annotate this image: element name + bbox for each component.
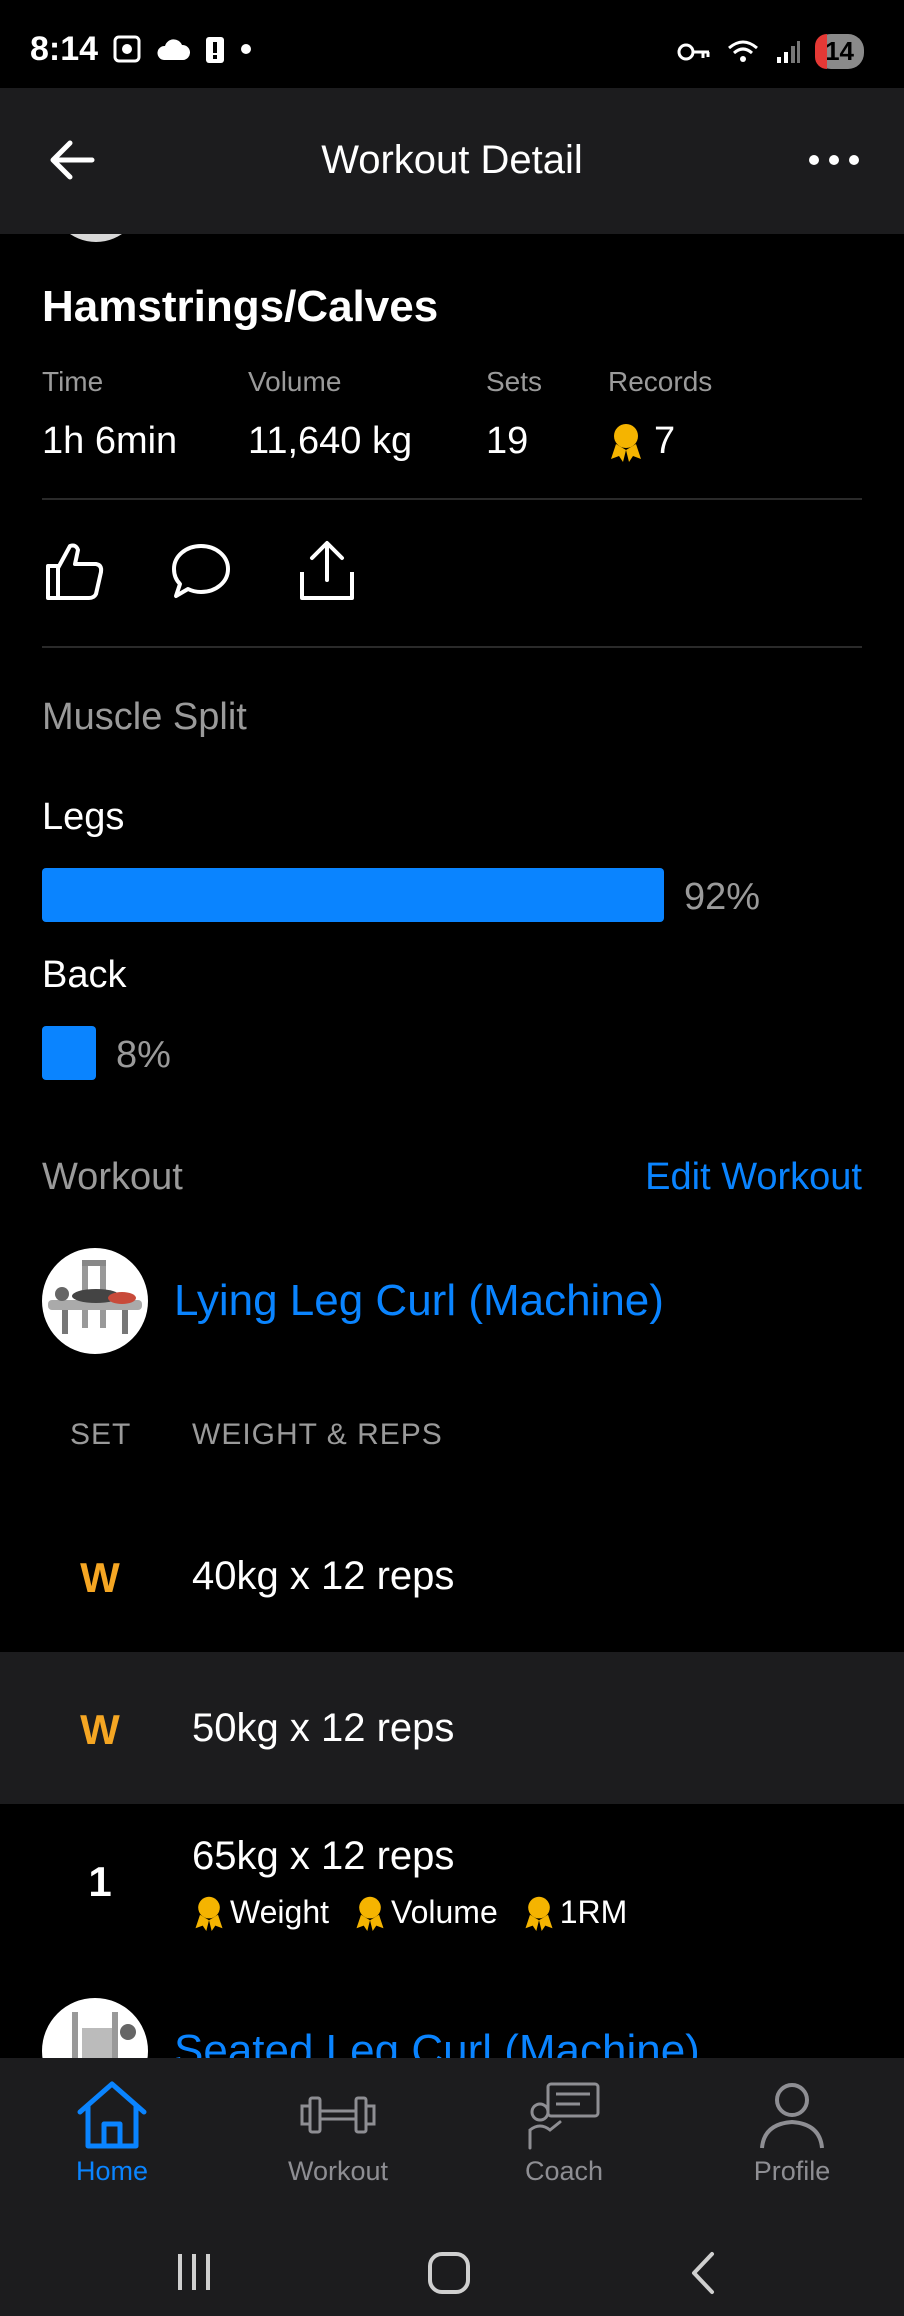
recent-apps-icon[interactable] (172, 2250, 216, 2294)
set-number: W (80, 1706, 120, 1753)
signal-icon (777, 40, 801, 63)
wifi-icon (728, 40, 759, 62)
stat-value: 19 (486, 420, 529, 462)
nav-label: Home (75, 2156, 149, 2186)
cloud-icon (157, 39, 190, 60)
stat-label: Sets (486, 366, 543, 397)
more-horizontal-icon[interactable] (804, 140, 864, 180)
stat-label: Volume (248, 366, 342, 397)
nav-home[interactable]: Home (22, 2078, 202, 2187)
medal-icon (356, 1896, 384, 1931)
comment-icon[interactable] (168, 538, 234, 604)
app-header: Workout Detail (0, 88, 904, 234)
nav-label: Workout (287, 2156, 389, 2186)
set-row: W 40kg x 12 reps (0, 1500, 904, 1652)
muscle-name: Back (42, 954, 127, 996)
divider (42, 498, 862, 500)
set-weight-reps: 50kg x 12 reps (192, 1706, 455, 1750)
exercise-title[interactable]: Lying Leg Curl (Machine) (174, 1276, 664, 1326)
bottom-nav: Home Workout Coach Profile (0, 2058, 904, 2316)
leg-curl-machine-icon (48, 1260, 142, 1334)
stat-value: 7 (654, 420, 676, 462)
set-number: W (80, 1554, 120, 1601)
stat-label: Time (42, 366, 104, 397)
system-home-icon[interactable] (426, 2250, 472, 2296)
screenshot-icon (113, 35, 141, 63)
medal-icon (611, 423, 641, 462)
stat-records: Records 7 (608, 366, 712, 463)
record-volume: Volume (353, 1894, 498, 1931)
muscle-name: Legs (42, 796, 125, 838)
nav-workout[interactable]: Workout (248, 2078, 428, 2187)
dumbbell-icon (300, 2096, 376, 2134)
status-bar: 8:14 14 (0, 0, 904, 88)
home-icon (77, 2081, 147, 2149)
muscle-bar (42, 1026, 96, 1080)
nav-label: Coach (524, 2156, 604, 2186)
record-1rm: 1RM (522, 1894, 628, 1931)
record-label: Weight (230, 1894, 330, 1930)
coach-icon (528, 2082, 600, 2150)
weight-reps-column-header: WEIGHT & REPS (192, 1418, 443, 1451)
thumbs-up-icon[interactable] (42, 538, 108, 604)
workout-title: Hamstrings/Calves (42, 282, 439, 331)
set-weight-reps: 65kg x 12 reps (192, 1834, 455, 1878)
status-time: 8:14 (30, 30, 99, 68)
divider (42, 646, 862, 648)
nav-coach[interactable]: Coach (474, 2078, 654, 2187)
muscle-split-heading: Muscle Split (42, 696, 247, 738)
set-row: W 50kg x 12 reps (0, 1652, 904, 1804)
system-nav-bar (0, 2238, 904, 2308)
record-label: Volume (391, 1894, 498, 1930)
set-records: Weight Volume 1RM (192, 1894, 627, 1931)
stat-value: 1h 6min (42, 420, 178, 462)
nav-profile[interactable]: Profile (702, 2078, 882, 2187)
workout-heading: Workout (42, 1156, 183, 1198)
nav-label: Profile (753, 2156, 831, 2186)
record-weight: Weight (192, 1894, 329, 1931)
profile-icon (760, 2083, 824, 2149)
stat-value: 11,640 kg (248, 420, 413, 462)
battery-level: 14 (815, 34, 864, 69)
medal-icon (195, 1896, 223, 1931)
stat-sets: Sets 19 (486, 366, 542, 463)
vpn-key-icon (677, 43, 710, 60)
notification-dot-icon (241, 44, 251, 54)
set-column-header: SET (70, 1418, 132, 1451)
battery-alert-icon (206, 37, 224, 63)
stat-time: Time 1h 6min (42, 366, 177, 463)
share-icon[interactable] (294, 538, 360, 604)
muscle-bar (42, 868, 664, 922)
page-title: Workout Detail (321, 138, 583, 182)
stat-label: Records (608, 366, 713, 397)
exercise-thumbnail[interactable] (42, 1248, 148, 1354)
edit-workout-link[interactable]: Edit Workout (645, 1156, 862, 1199)
record-label: 1RM (559, 1894, 628, 1930)
muscle-percent: 92% (684, 876, 761, 918)
muscle-percent: 8% (116, 1034, 171, 1076)
set-number: 1 (88, 1858, 112, 1905)
system-back-icon[interactable] (684, 2250, 724, 2296)
stat-volume: Volume 11,640 kg (248, 366, 412, 463)
set-row: 1 65kg x 12 reps Weight Volume 1RM (0, 1804, 904, 1956)
medal-icon (525, 1896, 553, 1931)
set-weight-reps: 40kg x 12 reps (192, 1554, 455, 1598)
